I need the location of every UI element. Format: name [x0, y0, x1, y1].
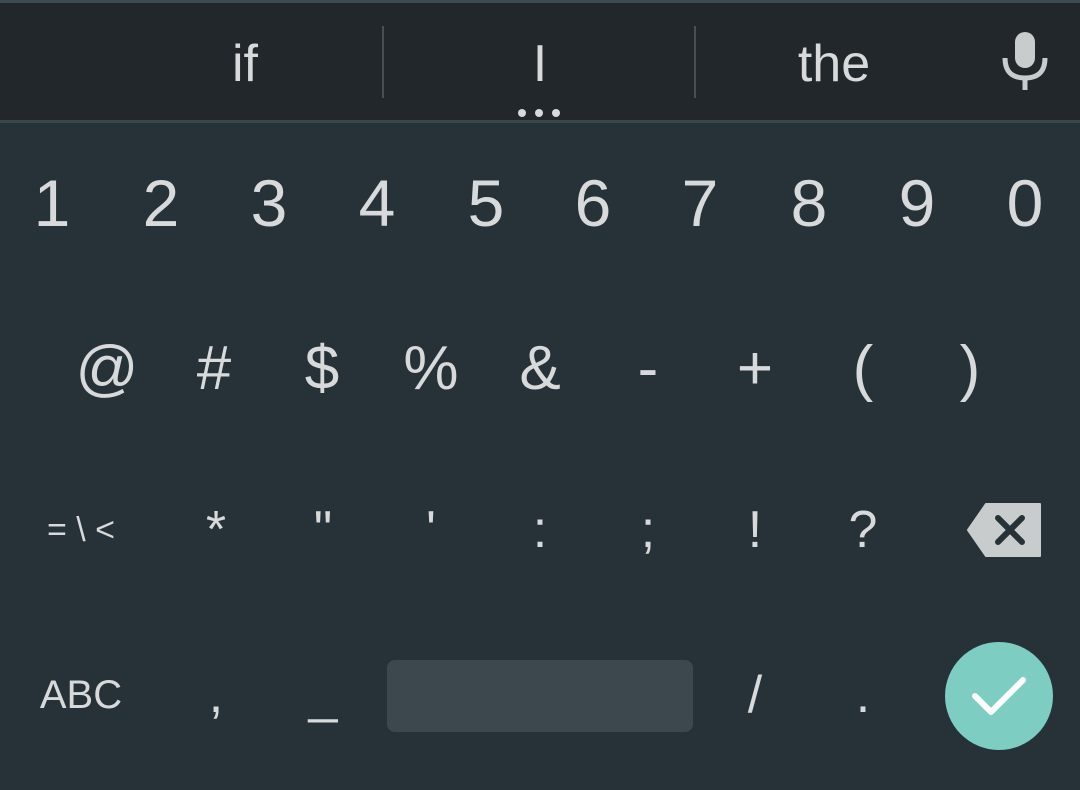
key-colon[interactable]: : — [490, 485, 590, 575]
key-single-quote[interactable]: ' — [381, 485, 481, 575]
key-open-paren[interactable]: ( — [813, 323, 913, 413]
microphone-icon[interactable] — [994, 28, 1056, 94]
key-question[interactable]: ? — [813, 485, 913, 575]
more-dots-icon[interactable] — [516, 108, 564, 118]
backspace-icon[interactable] — [966, 502, 1042, 558]
key-underscore[interactable]: _ — [273, 650, 373, 740]
key-2[interactable]: 2 — [111, 158, 211, 248]
key-at[interactable]: @ — [57, 323, 157, 413]
abc-key[interactable]: ABC — [31, 650, 131, 740]
key-plus[interactable]: + — [705, 323, 805, 413]
space-bar[interactable] — [387, 660, 693, 732]
key-semicolon[interactable]: ; — [598, 485, 698, 575]
key-minus[interactable]: - — [598, 323, 698, 413]
key-1[interactable]: 1 — [2, 158, 102, 248]
suggestion-left[interactable]: if — [90, 28, 400, 100]
suggestion-center[interactable]: I — [400, 28, 680, 100]
suggestion-right[interactable]: the — [700, 28, 968, 100]
key-period[interactable]: . — [813, 650, 913, 740]
key-0[interactable]: 0 — [975, 158, 1075, 248]
enter-button[interactable] — [945, 642, 1053, 750]
suggestion-separator — [382, 26, 384, 98]
key-dollar[interactable]: $ — [272, 323, 372, 413]
key-9[interactable]: 9 — [867, 158, 967, 248]
key-ampersand[interactable]: & — [490, 323, 590, 413]
key-close-paren[interactable]: ) — [920, 323, 1020, 413]
key-hash[interactable]: # — [164, 323, 264, 413]
suggestion-bar-divider — [0, 120, 1080, 123]
key-6[interactable]: 6 — [543, 158, 643, 248]
checkmark-icon — [972, 677, 1026, 715]
suggestion-separator — [694, 26, 696, 98]
key-percent[interactable]: % — [381, 323, 481, 413]
key-asterisk[interactable]: * — [166, 485, 266, 575]
key-5[interactable]: 5 — [436, 158, 536, 248]
key-4[interactable]: 4 — [327, 158, 427, 248]
key-7[interactable]: 7 — [650, 158, 750, 248]
key-double-quote[interactable]: " — [273, 485, 373, 575]
key-8[interactable]: 8 — [759, 158, 859, 248]
more-symbols-key[interactable]: = \ < — [26, 485, 136, 575]
key-slash[interactable]: / — [705, 650, 805, 740]
key-exclamation[interactable]: ! — [705, 485, 805, 575]
key-3[interactable]: 3 — [219, 158, 319, 248]
key-comma[interactable]: , — [166, 650, 266, 740]
